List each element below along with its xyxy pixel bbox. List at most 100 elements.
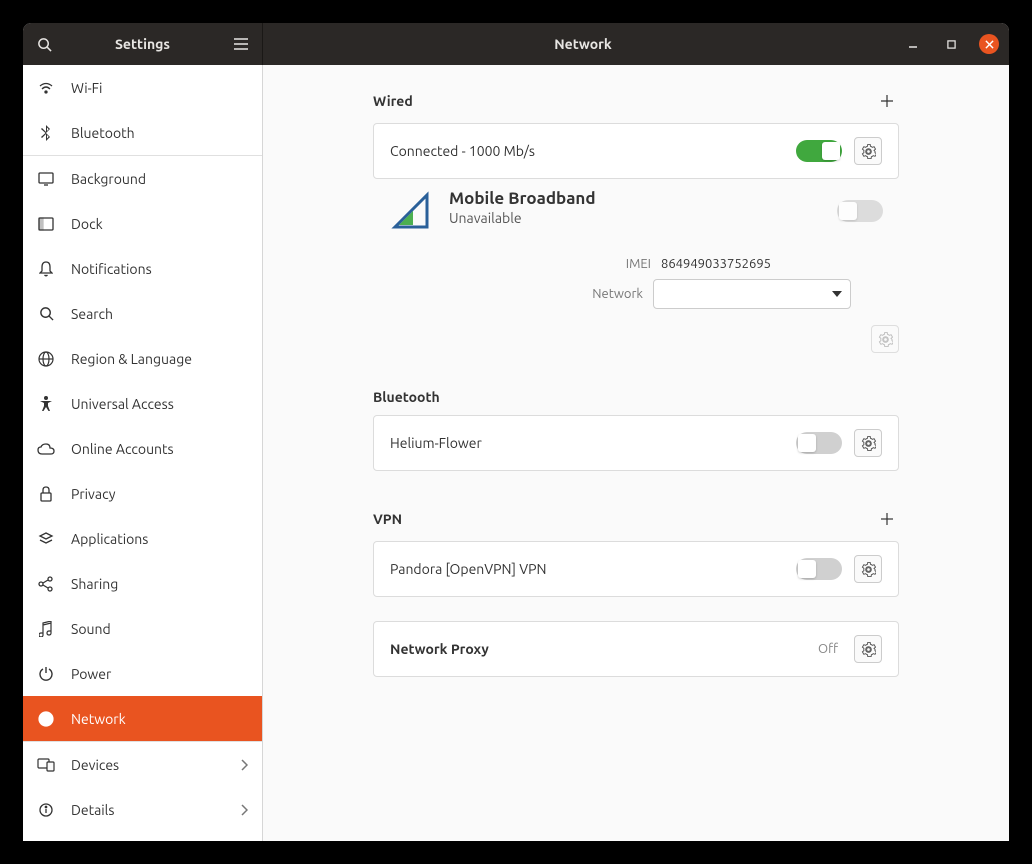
- hamburger-icon: [234, 38, 248, 50]
- wired-title: Wired: [373, 93, 413, 109]
- imei-row: IMEI 864949033752695: [373, 257, 899, 271]
- chevron-right-icon: [241, 759, 248, 771]
- sidebar-item-dock[interactable]: Dock: [23, 201, 262, 246]
- sidebar-item-sound[interactable]: Sound: [23, 606, 262, 651]
- wired-settings-button[interactable]: [854, 137, 882, 165]
- titlebar: Settings Network: [23, 23, 1009, 65]
- chevron-right-icon: [241, 804, 248, 816]
- mobile-settings-row: [373, 325, 899, 353]
- apps-icon: [37, 530, 55, 548]
- sidebar-item-universal-access[interactable]: Universal Access: [23, 381, 262, 426]
- chevron-down-icon: [832, 291, 842, 297]
- sidebar-item-sharing[interactable]: Sharing: [23, 561, 262, 606]
- sidebar-item-label: Search: [71, 306, 113, 322]
- proxy-card: Network Proxy Off: [373, 621, 899, 677]
- sidebar-item-details[interactable]: Details: [23, 787, 262, 832]
- vpn-card: Pandora [OpenVPN] VPN: [373, 541, 899, 597]
- bluetooth-device: Helium-Flower: [390, 435, 784, 451]
- sidebar-item-bluetooth[interactable]: Bluetooth: [23, 110, 262, 155]
- sidebar-item-search[interactable]: Search: [23, 291, 262, 336]
- sidebar-item-power[interactable]: Power: [23, 651, 262, 696]
- sidebar-item-privacy[interactable]: Privacy: [23, 471, 262, 516]
- plus-icon: [880, 512, 894, 526]
- sidebar-item-notifications[interactable]: Notifications: [23, 246, 262, 291]
- vpn-settings-button[interactable]: [854, 555, 882, 583]
- mobile-broadband-toggle[interactable]: [837, 200, 883, 222]
- minimize-button[interactable]: [903, 34, 923, 54]
- lock-icon: [37, 485, 55, 503]
- sidebar-item-label: Wi-Fi: [71, 80, 102, 96]
- proxy-settings-button[interactable]: [854, 635, 882, 663]
- sidebar-item-label: Network: [71, 711, 126, 727]
- cloud-icon: [37, 440, 55, 458]
- maximize-icon: [947, 40, 956, 49]
- gear-icon: [861, 562, 876, 577]
- sidebar-item-label: Applications: [71, 531, 148, 547]
- sidebar-title: Settings: [65, 36, 220, 52]
- devices-icon: [37, 756, 55, 774]
- sidebar-item-label: Privacy: [71, 486, 115, 502]
- sidebar-item-label: Power: [71, 666, 111, 682]
- globe-icon: [37, 350, 55, 368]
- wired-header: Wired: [373, 89, 899, 113]
- gear-icon: [878, 332, 893, 347]
- sidebar-item-label: Region & Language: [71, 351, 192, 367]
- titlebar-left: Settings: [23, 23, 263, 65]
- sidebar-item-network[interactable]: Network: [23, 696, 262, 741]
- gear-icon: [861, 144, 876, 159]
- search-icon: [37, 37, 52, 52]
- vpn-title: VPN: [373, 511, 402, 527]
- mobile-settings-button[interactable]: [871, 325, 899, 353]
- sidebar-item-label: Notifications: [71, 261, 152, 277]
- bluetooth-icon: [37, 124, 55, 142]
- sidebar-item-label: Online Accounts: [71, 441, 174, 457]
- sidebar-item-label: Details: [71, 802, 114, 818]
- dock-icon: [37, 215, 55, 233]
- close-button[interactable]: [979, 34, 999, 54]
- imei-label: IMEI: [626, 257, 651, 271]
- body: Wi-Fi Bluetooth Background Dock Notifica…: [23, 65, 1009, 841]
- sidebar: Wi-Fi Bluetooth Background Dock Notifica…: [23, 65, 263, 841]
- sidebar-item-label: Dock: [71, 216, 103, 232]
- sidebar-item-devices[interactable]: Devices: [23, 742, 262, 787]
- proxy-row: Network Proxy Off: [374, 622, 898, 676]
- add-vpn-button[interactable]: [875, 507, 899, 531]
- network-dropdown[interactable]: [653, 279, 851, 309]
- proxy-status: Off: [818, 642, 838, 656]
- wired-card: Connected - 1000 Mb/s: [373, 123, 899, 179]
- minimize-icon: [908, 39, 918, 49]
- imei-value: 864949033752695: [661, 257, 851, 271]
- vpn-row: Pandora [OpenVPN] VPN: [374, 542, 898, 596]
- sidebar-item-applications[interactable]: Applications: [23, 516, 262, 561]
- vpn-toggle[interactable]: [796, 558, 842, 580]
- sidebar-item-wifi[interactable]: Wi-Fi: [23, 65, 262, 110]
- sidebar-item-label: Sound: [71, 621, 111, 637]
- plus-icon: [880, 94, 894, 108]
- mobile-broadband-icon: [389, 189, 433, 233]
- vpn-name: Pandora [OpenVPN] VPN: [390, 561, 784, 577]
- bluetooth-settings-button[interactable]: [854, 429, 882, 457]
- bluetooth-title: Bluetooth: [373, 389, 440, 405]
- share-icon: [37, 575, 55, 593]
- bluetooth-card: Helium-Flower: [373, 415, 899, 471]
- network-select-row: Network: [373, 279, 899, 309]
- mobile-broadband-text: Mobile Broadband Unavailable: [449, 189, 821, 226]
- wired-status: Connected - 1000 Mb/s: [390, 143, 784, 159]
- wired-toggle[interactable]: [796, 140, 842, 162]
- network-icon: [37, 710, 55, 728]
- search-button[interactable]: [23, 23, 65, 65]
- mobile-broadband-subtitle: Unavailable: [449, 210, 821, 226]
- sidebar-item-region[interactable]: Region & Language: [23, 336, 262, 381]
- settings-window: Settings Network Wi-Fi: [23, 23, 1009, 841]
- sidebar-item-background[interactable]: Background: [23, 156, 262, 201]
- proxy-title: Network Proxy: [390, 641, 806, 657]
- details-icon: [37, 801, 55, 819]
- maximize-button[interactable]: [941, 34, 961, 54]
- vpn-header: VPN: [373, 507, 899, 531]
- sidebar-item-online-accounts[interactable]: Online Accounts: [23, 426, 262, 471]
- bluetooth-toggle[interactable]: [796, 432, 842, 454]
- add-wired-button[interactable]: [875, 89, 899, 113]
- accessibility-icon: [37, 395, 55, 413]
- menu-button[interactable]: [220, 23, 262, 65]
- sidebar-item-label: Universal Access: [71, 396, 174, 412]
